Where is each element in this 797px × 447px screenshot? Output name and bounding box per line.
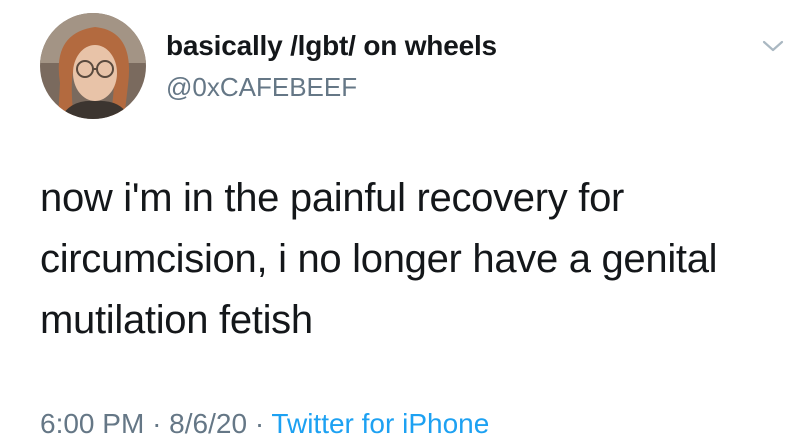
tweet-time[interactable]: 6:00 PM xyxy=(40,408,144,439)
tweet-date[interactable]: 8/6/20 xyxy=(169,408,247,439)
chevron-down-icon xyxy=(762,40,784,52)
tweet-metadata: 6:00 PM · 8/6/20 · Twitter for iPhone xyxy=(40,408,489,440)
user-avatar-icon xyxy=(40,13,146,119)
tweet-source-link[interactable]: Twitter for iPhone xyxy=(271,408,489,439)
tweet-menu-button[interactable] xyxy=(758,34,788,58)
author-handle[interactable]: @0xCAFEBEEF xyxy=(166,72,357,103)
tweet-card: basically /lgbt/ on wheels @0xCAFEBEEF n… xyxy=(0,0,797,447)
author-display-name[interactable]: basically /lgbt/ on wheels xyxy=(166,30,497,62)
tweet-text: now i'm in the painful recovery for circ… xyxy=(40,176,718,342)
author-avatar[interactable] xyxy=(40,13,146,119)
meta-separator: · xyxy=(254,408,265,439)
meta-separator: · xyxy=(152,408,162,439)
